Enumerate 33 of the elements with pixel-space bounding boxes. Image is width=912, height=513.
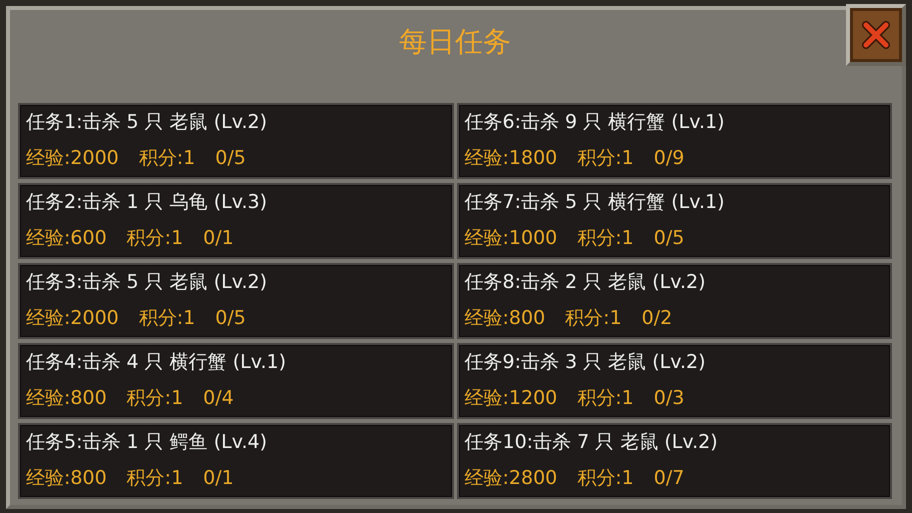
task-title: 任务6:击杀 9 只 横行蟹 (Lv.1) (464, 110, 726, 135)
exp-reward: 经验:1800 (464, 146, 558, 171)
task-title: 任务5:击杀 1 只 鳄鱼 (Lv.4) (26, 430, 268, 455)
exp-reward: 经验:800 (26, 386, 107, 411)
points-reward: 积分:1 (126, 386, 184, 411)
task-title: 任务1:击杀 5 只 老鼠 (Lv.2) (26, 110, 268, 135)
task-title: 任务8:击杀 2 只 老鼠 (Lv.2) (464, 270, 707, 295)
exp-reward: 经验:600 (26, 226, 107, 251)
points-reward: 积分:1 (138, 146, 196, 171)
window-title: 每日任务 (399, 24, 511, 60)
exp-reward: 经验:800 (26, 466, 107, 491)
task-title: 任务10:击杀 7 只 老鼠 (Lv.2) (464, 430, 719, 455)
exp-reward: 经验:2000 (26, 306, 119, 331)
points-reward: 积分:1 (126, 466, 184, 491)
points-reward: 积分:1 (577, 466, 634, 491)
task-title: 任务7:击杀 5 只 横行蟹 (Lv.1) (464, 190, 726, 215)
exp-reward: 经验:2000 (26, 146, 119, 171)
exp-reward: 经验:2800 (464, 466, 558, 491)
task-title: 任务3:击杀 5 只 老鼠 (Lv.2) (26, 270, 268, 295)
task-title: 任务9:击杀 3 只 老鼠 (Lv.2) (464, 350, 707, 375)
exp-reward: 经验:1200 (464, 386, 558, 411)
task-title: 任务4:击杀 4 只 横行蟹 (Lv.1) (26, 350, 288, 375)
points-reward: 积分:1 (577, 386, 634, 411)
points-reward: 积分:1 (126, 226, 184, 251)
exp-reward: 经验:800 (464, 306, 546, 331)
task-title: 任务2:击杀 1 只 乌龟 (Lv.3) (26, 190, 268, 215)
exp-reward: 经验:1000 (464, 226, 558, 251)
points-reward: 积分:1 (565, 306, 622, 331)
task-progress: 0/1 (203, 466, 234, 491)
points-reward: 积分:1 (577, 226, 634, 251)
points-reward: 积分:1 (577, 146, 634, 171)
points-reward: 积分:1 (138, 306, 196, 331)
task-progress: 0/7 (654, 466, 684, 491)
